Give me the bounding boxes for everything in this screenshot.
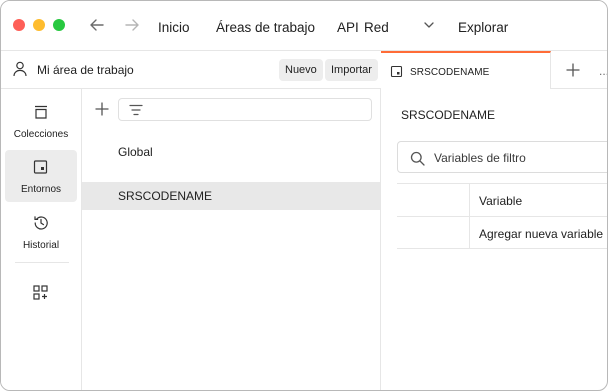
menu-explorar[interactable]: Explorar: [458, 20, 508, 35]
row-select-cell[interactable]: [397, 217, 470, 249]
add-widget-icon[interactable]: [32, 284, 50, 302]
title-bar: Inicio Áreas de trabajo API Red Explorar: [1, 1, 607, 51]
tab-label: SRSCODENAME: [410, 67, 490, 78]
menu-red[interactable]: Red: [364, 20, 389, 35]
select-all-cell[interactable]: [397, 184, 470, 216]
app-window: Inicio Áreas de trabajo API Red Explorar…: [0, 0, 608, 391]
sidebar-item-entornos[interactable]: Entornos: [5, 150, 77, 202]
minimize-window-button[interactable]: [33, 19, 45, 31]
menu-api[interactable]: API: [337, 20, 359, 35]
tab-srscodename[interactable]: SRSCODENAME: [381, 51, 551, 89]
workspace-header: Mi área de trabajo Nuevo Importar: [1, 51, 381, 89]
environment-icon: [33, 160, 48, 174]
environment-filter-input[interactable]: [118, 98, 372, 121]
user-icon: [12, 60, 28, 78]
collections-icon: [35, 105, 47, 119]
variable-search-input[interactable]: Variables de filtro: [397, 141, 607, 173]
menu-areas-de-trabajo[interactable]: Áreas de trabajo: [216, 20, 315, 35]
new-button[interactable]: Nuevo: [279, 59, 323, 81]
add-variable-cell[interactable]: Agregar nueva variable: [479, 227, 603, 241]
import-button[interactable]: Importar: [325, 59, 378, 81]
sidebar-item-historial[interactable]: Historial: [5, 206, 77, 258]
environment-item-global[interactable]: Global: [82, 138, 380, 166]
search-icon: [410, 151, 425, 166]
zoom-window-button[interactable]: [53, 19, 65, 31]
forward-arrow-icon[interactable]: [122, 15, 142, 35]
environment-list-panel: Global SRSCODENAME: [82, 89, 381, 390]
environment-title: SRSCODENAME: [401, 108, 496, 122]
chevron-down-icon[interactable]: [422, 18, 436, 32]
filter-icon: [129, 104, 143, 116]
add-environment-button[interactable]: [94, 101, 110, 117]
sidebar-rail: Colecciones Entornos Historial: [1, 89, 82, 390]
rail-divider: [15, 262, 69, 263]
search-placeholder: Variables de filtro: [434, 151, 526, 165]
workspace-name: Mi área de trabajo: [37, 63, 134, 77]
more-tabs-icon[interactable]: ...: [599, 65, 607, 77]
environment-icon: [390, 65, 403, 78]
table-header-row: Variable: [397, 183, 607, 216]
sidebar-item-label: Entornos: [20, 184, 62, 195]
environment-item-srscodename[interactable]: SRSCODENAME: [82, 182, 380, 210]
new-tab-button[interactable]: [565, 62, 581, 78]
sidebar-item-colecciones[interactable]: Colecciones: [5, 95, 77, 147]
menu-inicio[interactable]: Inicio: [158, 20, 190, 35]
history-icon: [34, 216, 48, 230]
sidebar-item-label: Colecciones: [13, 129, 69, 140]
variables-table: Variable Agregar nueva variable: [397, 183, 607, 249]
column-header-variable: Variable: [479, 194, 523, 208]
editor-tab-bar: SRSCODENAME ...: [381, 51, 607, 89]
table-row: Agregar nueva variable: [397, 216, 607, 249]
close-window-button[interactable]: [13, 19, 25, 31]
back-arrow-icon[interactable]: [87, 15, 107, 35]
sidebar-item-label: Historial: [22, 240, 60, 251]
